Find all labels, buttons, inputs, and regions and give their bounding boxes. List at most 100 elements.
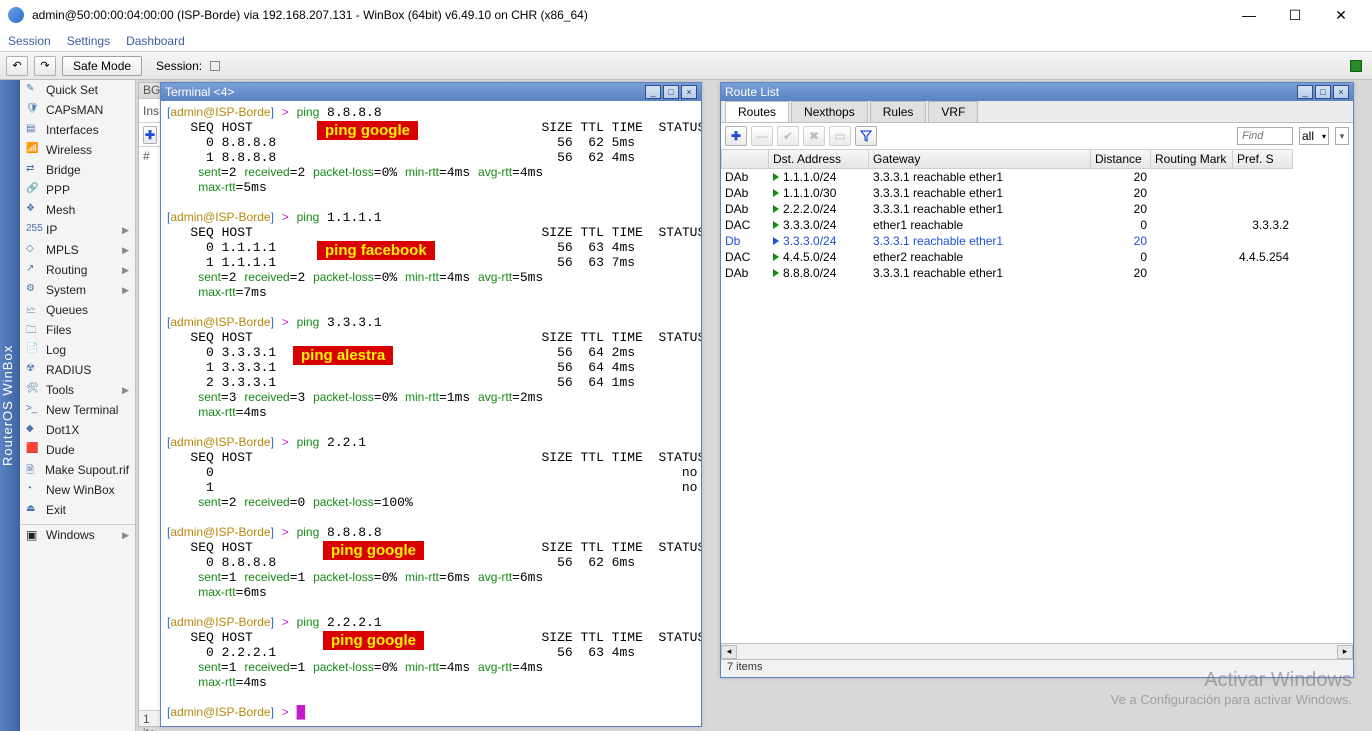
route-maximize-button[interactable]: □	[1315, 85, 1331, 99]
chevron-right-icon: ▶	[122, 225, 129, 236]
minimize-button[interactable]: —	[1226, 0, 1272, 30]
route-titlebar[interactable]: Route List _ □ ×	[721, 83, 1353, 101]
route-hscroll[interactable]: ◂ ▸	[721, 643, 1353, 659]
sidebar-item-interfaces[interactable]: ▤Interfaces	[20, 120, 135, 140]
sidebar-item-files[interactable]: 🗀Files	[20, 320, 135, 340]
sidebar-item-ip[interactable]: 255IP▶	[20, 220, 135, 240]
sidebar-item-dude[interactable]: 🟥Dude	[20, 440, 135, 460]
workspace: BGP Ins ✚ # 1 ite Terminal <4> _ □ × [ad…	[136, 80, 1372, 731]
tab-rules[interactable]: Rules	[870, 101, 927, 122]
find-input[interactable]	[1237, 127, 1293, 145]
close-button[interactable]: ✕	[1318, 0, 1364, 30]
undo-button[interactable]: ↶	[6, 56, 28, 76]
sidebar-item-dot1x[interactable]: ◆Dot1X	[20, 420, 135, 440]
route-minimize-button[interactable]: _	[1297, 85, 1313, 99]
table-row[interactable]: DAb1.1.1.0/303.3.3.1 reachable ether120	[721, 185, 1353, 201]
window-title: admin@50:00:00:04:00:00 (ISP-Borde) via …	[32, 8, 1226, 22]
sidebar-icon: ◇	[26, 243, 40, 257]
route-disable-button[interactable]: ✖	[803, 126, 825, 146]
sidebar-icon: 🗠	[26, 303, 40, 317]
chevron-right-icon: ▶	[122, 530, 129, 541]
sidebar-icon: ⇄	[26, 163, 40, 177]
route-toolbar: ✚ — ✔ ✖ ▭ all▾ ▾	[721, 123, 1353, 149]
sidebar-item-quick-set[interactable]: ✎Quick Set	[20, 80, 135, 100]
bgp-window[interactable]: BGP Ins ✚ # 1 ite	[138, 82, 162, 727]
tab-vrf[interactable]: VRF	[928, 101, 978, 122]
sidebar-icon: 🗀	[26, 323, 40, 337]
sidebar-item-radius[interactable]: ☢RADIUS	[20, 360, 135, 380]
sidebar-icon: ⏏	[26, 503, 40, 517]
route-filter-button[interactable]	[855, 126, 877, 146]
sidebar-icon: 📄	[26, 343, 40, 357]
filter-drop-button[interactable]: ▾	[1335, 127, 1349, 145]
sidebar-item-log[interactable]: 📄Log	[20, 340, 135, 360]
route-add-button[interactable]: ✚	[725, 126, 747, 146]
route-comment-button[interactable]: ▭	[829, 126, 851, 146]
bgp-title: BGP	[139, 83, 161, 99]
route-table-header: Dst. Address Gateway Distance Routing Ma…	[721, 149, 1353, 169]
maximize-button[interactable]: ☐	[1272, 0, 1318, 30]
sidebar-item-mesh[interactable]: ❖Mesh	[20, 200, 135, 220]
route-table: Dst. Address Gateway Distance Routing Ma…	[721, 149, 1353, 659]
sidebar-icon: ◆	[26, 423, 40, 437]
route-enable-button[interactable]: ✔	[777, 126, 799, 146]
table-row[interactable]: DAC3.3.3.0/24ether1 reachable03.3.3.2	[721, 217, 1353, 233]
annotation: ping facebook	[317, 241, 435, 260]
sidebar-icon: 🗎	[26, 463, 39, 477]
sidebar-item-exit[interactable]: ⏏Exit	[20, 500, 135, 520]
menu-session[interactable]: Session	[8, 34, 51, 48]
chevron-right-icon: ▶	[122, 385, 129, 396]
terminal-titlebar[interactable]: Terminal <4> _ □ ×	[161, 83, 701, 101]
menu-settings[interactable]: Settings	[67, 34, 110, 48]
sidebar-item-capsman[interactable]: 🛡CAPsMAN	[20, 100, 135, 120]
sidebar-icon: 🛠	[26, 383, 40, 397]
sidebar-item-mpls[interactable]: ◇MPLS▶	[20, 240, 135, 260]
session-checkbox[interactable]	[210, 61, 220, 71]
sidebar-windows[interactable]: ▣ Windows ▶	[20, 525, 135, 545]
menu-dashboard[interactable]: Dashboard	[126, 34, 185, 48]
sidebar-item-make-supout.rif[interactable]: 🗎Make Supout.rif	[20, 460, 135, 480]
session-label: Session:	[156, 59, 202, 73]
table-row[interactable]: Db3.3.3.0/243.3.3.1 reachable ether120	[721, 233, 1353, 249]
tab-routes[interactable]: Routes	[725, 101, 789, 122]
scroll-left-button[interactable]: ◂	[721, 645, 737, 659]
route-list-window[interactable]: Route List _ □ × Routes Nexthops Rules V…	[720, 82, 1354, 678]
funnel-icon	[860, 130, 872, 142]
app-icon	[8, 7, 24, 23]
terminal-maximize-button[interactable]: □	[663, 85, 679, 99]
sidebar-item-wireless[interactable]: 📶Wireless	[20, 140, 135, 160]
sidebar-item-bridge[interactable]: ⇄Bridge	[20, 160, 135, 180]
routeros-tab[interactable]: RouterOS WinBox	[0, 80, 20, 731]
scroll-right-button[interactable]: ▸	[1337, 645, 1353, 659]
sidebar-icon: ◔	[26, 483, 40, 497]
sidebar-item-ppp[interactable]: 🔗PPP	[20, 180, 135, 200]
safe-mode-button[interactable]: Safe Mode	[62, 56, 142, 76]
terminal-close-button[interactable]: ×	[681, 85, 697, 99]
bgp-add-button[interactable]: ✚	[143, 126, 157, 144]
sidebar: ✎Quick Set🛡CAPsMAN▤Interfaces📶Wireless⇄B…	[20, 80, 136, 731]
filter-scope-select[interactable]: all▾	[1299, 127, 1329, 145]
route-remove-button[interactable]: —	[751, 126, 773, 146]
sidebar-item-system[interactable]: ⚙System▶	[20, 280, 135, 300]
table-row[interactable]: DAb2.2.2.0/243.3.3.1 reachable ether120	[721, 201, 1353, 217]
route-close-button[interactable]: ×	[1333, 85, 1349, 99]
table-row[interactable]: DAC4.4.5.0/24ether2 reachable04.4.5.254	[721, 249, 1353, 265]
terminal-body[interactable]: [admin@ISP-Borde] > ping 8.8.8.8 SEQ HOS…	[161, 101, 701, 726]
sidebar-icon: 🔗	[26, 183, 40, 197]
sidebar-item-queues[interactable]: 🗠Queues	[20, 300, 135, 320]
annotation: ping google	[317, 121, 418, 140]
sidebar-item-routing[interactable]: ↗Routing▶	[20, 260, 135, 280]
chevron-right-icon: ▶	[122, 265, 129, 276]
sidebar-icon: ✎	[26, 83, 40, 97]
route-title: Route List	[725, 85, 779, 99]
table-row[interactable]: DAb8.8.8.0/243.3.3.1 reachable ether120	[721, 265, 1353, 281]
sidebar-item-new-winbox[interactable]: ◔New WinBox	[20, 480, 135, 500]
terminal-window[interactable]: Terminal <4> _ □ × [admin@ISP-Borde] > p…	[160, 82, 702, 727]
sidebar-item-new-terminal[interactable]: >_New Terminal	[20, 400, 135, 420]
sidebar-item-tools[interactable]: 🛠Tools▶	[20, 380, 135, 400]
redo-button[interactable]: ↷	[34, 56, 56, 76]
table-row[interactable]: DAb1.1.1.0/243.3.3.1 reachable ether120	[721, 169, 1353, 185]
tab-nexthops[interactable]: Nexthops	[791, 101, 868, 122]
sidebar-icon: ↗	[26, 263, 40, 277]
terminal-minimize-button[interactable]: _	[645, 85, 661, 99]
